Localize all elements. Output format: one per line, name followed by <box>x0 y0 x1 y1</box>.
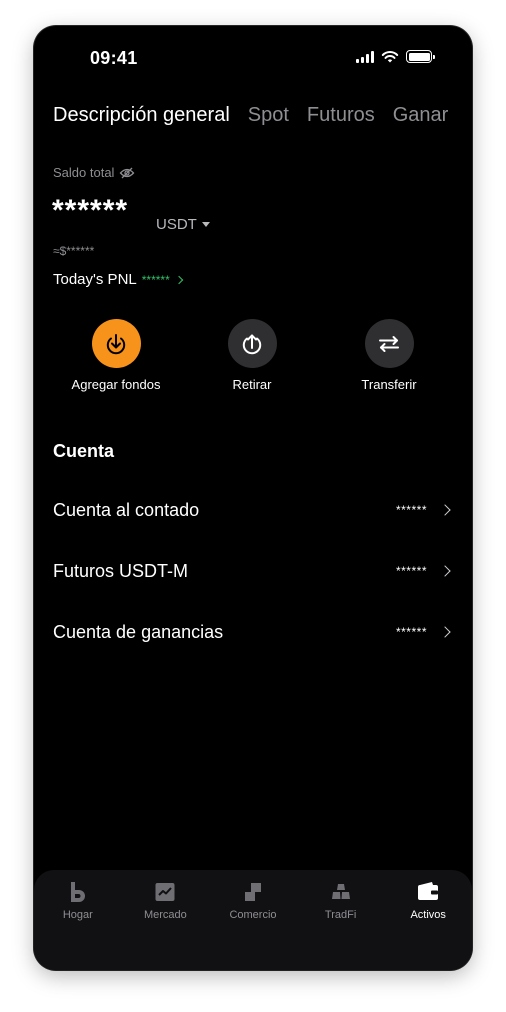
withdraw-label: Retirar <box>232 377 272 392</box>
row-value: ****** <box>395 503 427 517</box>
total-balance-label: Saldo total <box>53 165 135 180</box>
wifi-icon <box>381 51 399 63</box>
currency-selector[interactable]: USDT <box>156 216 210 233</box>
balance-approx-usd: ≈$****** <box>53 244 95 258</box>
tab-earn[interactable]: Ganar <box>393 104 449 127</box>
nav-label: Activos <box>410 909 446 921</box>
nav-home[interactable]: Hogar <box>34 880 122 970</box>
earn-account-row[interactable]: Cuenta de ganancias ****** <box>53 614 453 650</box>
gold-bars-icon <box>329 880 353 904</box>
tab-overview[interactable]: Descripción general <box>53 104 230 127</box>
tab-futures[interactable]: Futuros <box>307 104 375 127</box>
row-label: Cuenta de ganancias <box>53 621 224 642</box>
add-funds-label: Agregar fondos <box>71 377 161 392</box>
total-balance-text: Saldo total <box>53 165 115 180</box>
withdraw-button[interactable]: Retirar <box>192 319 312 392</box>
caret-down-icon <box>201 222 210 227</box>
row-value: ****** <box>395 625 427 639</box>
trade-icon <box>241 880 265 904</box>
bottom-navigation: Hogar Mercado Comercio TradFi Activos <box>34 870 472 970</box>
home-icon <box>66 880 90 904</box>
row-value: ****** <box>395 564 427 578</box>
status-time: 09:41 <box>90 48 138 68</box>
nav-assets[interactable]: Activos <box>384 880 472 970</box>
spot-account-row[interactable]: Cuenta al contado ****** <box>53 492 453 528</box>
nav-tradfi[interactable]: TradFi <box>297 880 385 970</box>
eye-hidden-icon[interactable] <box>119 167 135 179</box>
currency-label: USDT <box>156 216 197 233</box>
battery-icon <box>406 50 435 63</box>
chevron-right-icon <box>439 626 451 638</box>
chevron-right-icon <box>439 504 451 516</box>
nav-trade[interactable]: Comercio <box>209 880 297 970</box>
row-label: Cuenta al contado <box>53 499 200 520</box>
todays-pnl-link[interactable]: Today's PNL ****** <box>53 271 184 288</box>
row-label: Futuros USDT-M <box>53 560 189 581</box>
transfer-button[interactable]: Transferir <box>329 319 449 392</box>
futures-usdt-m-row[interactable]: Futuros USDT-M ****** <box>53 553 453 589</box>
asset-tabs: Descripción general Spot Futuros Ganar <box>53 104 448 127</box>
market-chart-icon <box>153 880 177 904</box>
add-funds-button[interactable]: Agregar fondos <box>56 319 176 392</box>
cellular-signal-icon <box>356 50 374 63</box>
transfer-label: Transferir <box>361 377 417 392</box>
pnl-label: Today's PNL <box>53 271 137 288</box>
deposit-icon <box>91 319 141 368</box>
nav-label: TradFi <box>324 909 357 921</box>
pnl-value: ****** <box>141 272 170 287</box>
chevron-right-icon <box>439 565 451 577</box>
chevron-right-icon <box>174 275 184 284</box>
total-balance-value: ****** <box>52 194 129 227</box>
tab-spot[interactable]: Spot <box>248 104 289 127</box>
withdraw-icon <box>227 319 277 368</box>
nav-market[interactable]: Mercado <box>122 880 210 970</box>
transfer-icon <box>364 319 414 368</box>
account-section-title: Cuenta <box>53 441 115 461</box>
nav-label: Hogar <box>62 909 93 921</box>
nav-label: Comercio <box>229 909 277 921</box>
phone-screen: 09:41 Descripción general Spot Futuros G… <box>34 26 472 970</box>
nav-label: Mercado <box>143 909 187 921</box>
wallet-icon <box>416 880 440 904</box>
status-icons <box>356 50 435 63</box>
